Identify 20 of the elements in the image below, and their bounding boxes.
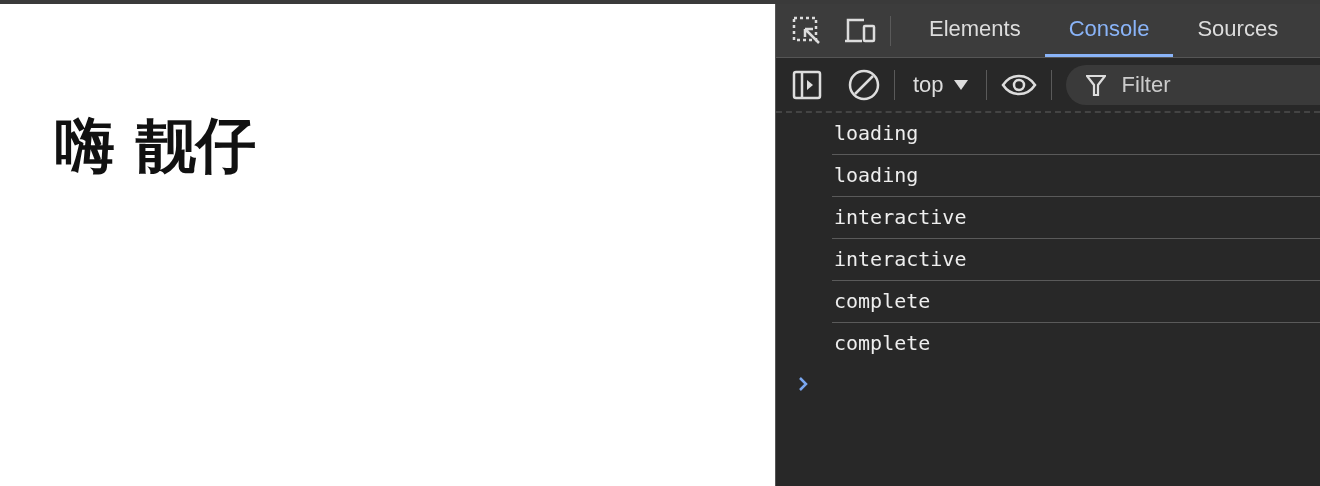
console-message: interactive (832, 197, 1320, 239)
filter-field[interactable]: Filter (1065, 64, 1320, 105)
console-message: complete (833, 330, 932, 357)
inspect-icon[interactable] (792, 15, 822, 46)
devtools-tab[interactable]: Console (1044, 4, 1174, 57)
page-heading: 嗨 靓仔 (55, 112, 257, 178)
console-message: loading (832, 113, 1320, 155)
clear-console-icon[interactable] (848, 68, 880, 101)
console-message: loading (832, 155, 1320, 197)
eye-icon[interactable] (1000, 73, 1037, 96)
sidebar-toggle-icon[interactable] (792, 69, 822, 100)
context-dropdown[interactable]: top (909, 71, 972, 98)
console-message: interactive (832, 239, 1320, 281)
console-message: complete (832, 281, 1320, 323)
devtools-tab[interactable]: Elements (905, 4, 1045, 57)
device-toolbar-icon[interactable] (844, 17, 876, 44)
devtools-tab[interactable]: Sources (1173, 4, 1303, 57)
filter-icon (1085, 73, 1106, 96)
caret-icon (953, 79, 968, 90)
prompt-chevron-icon[interactable] (798, 376, 808, 392)
